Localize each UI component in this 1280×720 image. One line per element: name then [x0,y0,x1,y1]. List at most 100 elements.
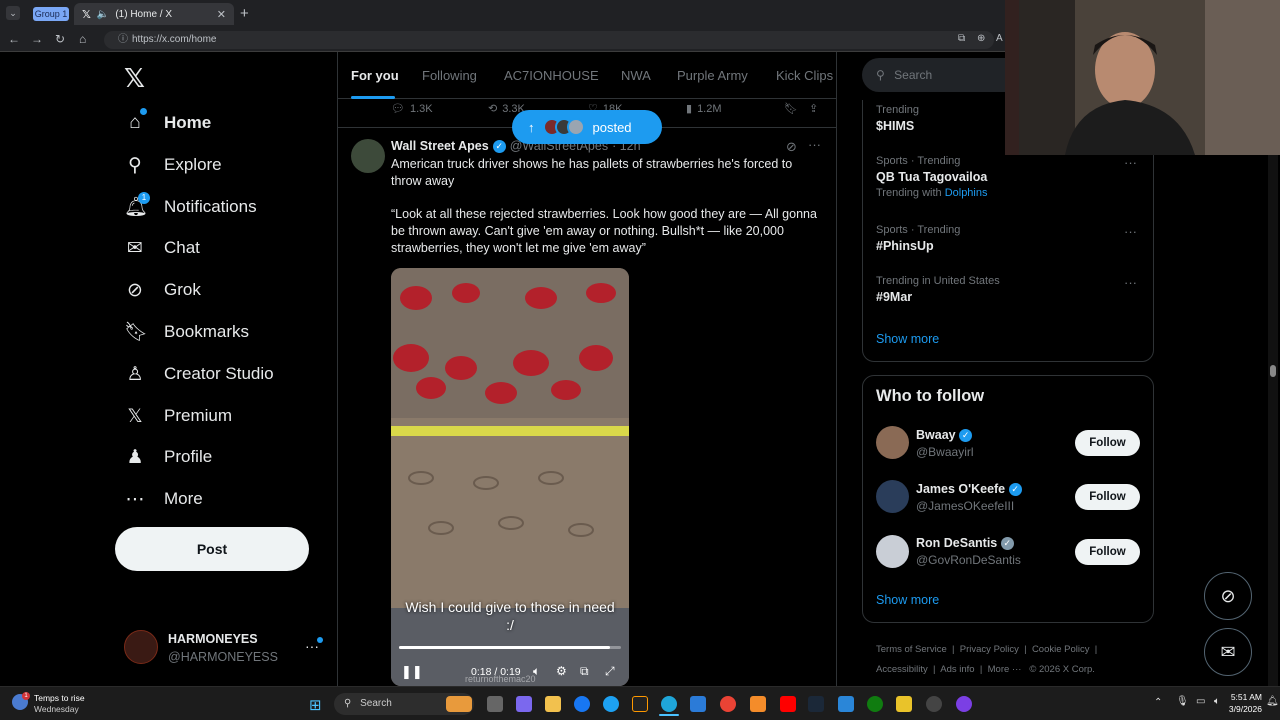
nav-home[interactable]: ⌂ Home [124,106,211,140]
tab-following[interactable]: Following [422,68,477,83]
trend-more-icon[interactable]: ··· [1124,155,1137,170]
follow-button[interactable]: Follow [1075,484,1140,510]
tab-group-chip[interactable]: Group 1 [33,7,69,21]
follow-button[interactable]: Follow [1075,430,1140,456]
task-view-icon[interactable] [487,696,503,712]
follow-avatar[interactable] [876,535,909,568]
tweet-video[interactable]: Wish I could give to those in need :/ ❚❚… [391,268,629,686]
windows-start-icon[interactable]: ⊞ [309,696,322,714]
speaker-icon[interactable]: 🔈 [97,9,109,20]
chrome-icon[interactable] [720,696,736,712]
copilot-icon[interactable] [516,696,532,712]
follow-button[interactable]: Follow [1075,539,1140,565]
browser-tab-active[interactable]: 𝕏 🔈 (1) Home / X ✕ [74,3,234,25]
mic-icon[interactable]: 🎙︎ [1176,696,1189,707]
tab-kick-clips[interactable]: Kick Clips [776,68,833,83]
tab-ac7ionhouse[interactable]: AC7IONHOUSE [504,68,599,83]
bookmark-action[interactable]: 🔖︎ [784,102,798,115]
share-action[interactable]: ⇪ [809,102,818,115]
youtube-icon[interactable] [780,696,796,712]
scrollbar-thumb[interactable] [1270,365,1276,377]
facebook-app-icon[interactable] [603,696,619,712]
footer-link[interactable]: Accessibility [876,664,928,675]
trend-more-icon[interactable]: ··· [1124,224,1137,239]
xbox-icon[interactable] [867,696,883,712]
edge-icon[interactable] [661,696,677,712]
nav-bookmarks[interactable]: 🔖︎ Bookmarks [124,315,249,349]
new-posts-pill[interactable]: ↑ posted [512,110,662,144]
file-explorer-icon[interactable] [545,696,561,712]
follow-name[interactable]: Ron DeSantis ✓ [916,536,1014,551]
trend-more-icon[interactable]: ··· [1124,275,1137,290]
pip-icon[interactable]: ⧉ [580,664,589,679]
tab-nwa[interactable]: NWA [621,68,651,83]
back-icon[interactable]: ← [8,32,20,46]
footer-link[interactable]: Privacy Policy [960,644,1019,655]
steam-icon[interactable] [808,696,824,712]
tab-list-button[interactable]: ⌄ [6,6,20,20]
video-progress-track[interactable] [399,646,621,649]
reply-action[interactable]: 💬︎ 1.3K [391,102,433,116]
nav-creator-studio[interactable]: ♙ Creator Studio [124,357,273,391]
footer-link[interactable]: Cookie Policy [1032,644,1090,655]
grok-fab[interactable]: ⊘ [1204,572,1252,620]
tab-for-you[interactable]: For you [351,68,399,83]
nav-explore[interactable]: ⚲ Explore [124,148,222,182]
weather-title[interactable]: Temps to rise [34,693,85,703]
follow-name[interactable]: Bwaay ✓ [916,428,973,443]
tweet-author[interactable]: Wall Street Apes [391,139,489,153]
trend-item[interactable]: Sports · Trending QB Tua Tagovailoa Tren… [876,155,988,199]
nav-chat[interactable]: ✉ Chat [124,231,200,265]
nav-more[interactable]: ⋯ More [124,482,203,516]
app-icon[interactable] [838,696,854,712]
views-action[interactable]: ▮ 1.2M [686,102,722,116]
follow-name[interactable]: James O'Keefe ✓ [916,482,1022,497]
author-avatar[interactable] [351,139,385,173]
follow-avatar[interactable] [876,426,909,459]
footer-link[interactable]: More ··· [988,664,1022,675]
grok-explain-icon[interactable]: ⊘ [786,139,797,155]
settings-icon[interactable]: ⚙ [556,664,567,678]
zoom-icon[interactable]: ⊕ [977,33,985,44]
messages-fab[interactable]: ✉ [1204,628,1252,676]
trends-show-more-link[interactable]: Show more [876,332,939,346]
trend-context-link[interactable]: Dolphins [945,187,988,199]
account-avatar[interactable] [124,630,158,664]
search-input[interactable]: ⚲ Search [862,58,1012,92]
tab-purple-army[interactable]: Purple Army [677,68,748,83]
volume-tray-icon[interactable]: 🔈︎ [1214,696,1220,707]
network-icon[interactable]: ▭ [1196,696,1205,707]
trend-item[interactable]: Sports · Trending #PhinsUp [876,224,960,253]
nav-grok[interactable]: ⊘ Grok [124,273,201,307]
fullscreen-icon[interactable]: ⤢ [605,664,615,679]
tray-overflow-icon[interactable]: ⌃ [1154,697,1162,708]
vlc-icon[interactable] [750,696,766,712]
notes-icon[interactable] [896,696,912,712]
home-button-icon[interactable]: ⌂ [79,32,86,46]
capture-icon[interactable] [926,696,942,712]
tab-close-icon[interactable]: ✕ [217,8,226,21]
trend-item[interactable]: Trending $HIMS [876,104,919,133]
notifications-bell-icon[interactable]: 🔔︎ [1266,696,1279,707]
reload-icon[interactable]: ↻ [55,32,65,46]
tweet-more-icon[interactable]: ··· [808,137,821,152]
address-bar[interactable]: ⓘ https://x.com/home [104,31,994,49]
trend-item[interactable]: Trending in United States #9Mar [876,275,1000,304]
calculator-icon[interactable] [690,696,706,712]
facebook-icon[interactable] [574,696,590,712]
follow-avatar[interactable] [876,480,909,513]
footer-link[interactable]: Ads info [940,664,974,675]
pause-icon[interactable]: ❚❚ [401,664,423,680]
install-app-icon[interactable]: ⧉ [958,33,965,44]
read-aloud-icon[interactable]: A [996,33,1003,44]
clock-time[interactable]: 5:51 AM [1230,692,1262,702]
footer-link[interactable]: Terms of Service [876,644,947,655]
forward-icon[interactable]: → [31,32,43,46]
nav-premium[interactable]: 𝕏 Premium [124,399,232,433]
nav-profile[interactable]: ♟ Profile [124,440,212,474]
clock-date[interactable]: 3/9/2026 [1222,704,1262,714]
post-button[interactable]: Post [115,527,309,571]
obs-icon[interactable] [956,696,972,712]
amazon-icon[interactable] [632,696,648,712]
follow-show-more-link[interactable]: Show more [876,593,939,607]
